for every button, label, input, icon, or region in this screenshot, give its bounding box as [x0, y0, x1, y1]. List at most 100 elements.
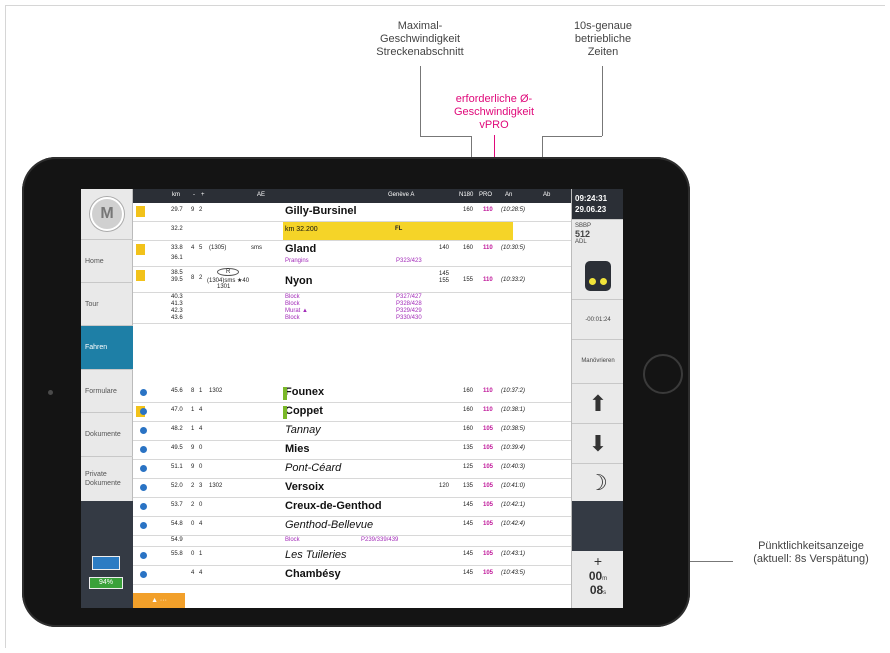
table-row[interactable]: 4 4 Chambésy 145 105 (10:43:5) — [133, 566, 571, 585]
cell-n: 125 — [463, 464, 474, 470]
device-status: 94% — [81, 551, 133, 608]
callout-line — [420, 136, 471, 137]
table-row[interactable]: 51.1 9 0 Pont-Céard 125 105 (10:40:3) — [133, 460, 571, 479]
cell-n: 160 — [463, 407, 474, 413]
document-icon[interactable] — [136, 244, 145, 255]
table-row[interactable]: 40.3 41.3 42.3 43.6 Block Block Murat ▲ … — [133, 293, 571, 324]
cell-a: 2 — [191, 483, 195, 489]
nav-item-tour[interactable]: Tour — [81, 282, 133, 325]
table-row[interactable]: 45.6 8 1 1302 Founex 160 110 (10:37:2) — [133, 384, 571, 403]
callout-punctuality: Pünktlichkeitsanzeige (aktuell: 8s Verspä… — [753, 540, 869, 565]
fl-marker: FL — [395, 226, 403, 232]
table-row[interactable]: 49.5 9 0 Mies 135 105 (10:39:4) — [133, 441, 571, 460]
arrow-down-icon[interactable]: ⬇ — [572, 423, 623, 463]
cell-name: Tannay — [285, 424, 321, 436]
cell-km: 49.5 — [171, 445, 183, 451]
cell-b: 4 — [199, 426, 203, 432]
signal-icon — [585, 261, 611, 291]
cell-km: 47.0 — [171, 407, 183, 413]
cell-time: (10:42:4) — [501, 521, 526, 527]
table-row[interactable]: 48.2 1 4 Tannay 160 105 (10:38:5) — [133, 422, 571, 441]
cell-vmax: 120 — [439, 483, 450, 489]
cell-time: (10:43:1) — [501, 551, 526, 557]
route-circle: R — [217, 268, 240, 276]
cell-name: Coppet — [285, 405, 323, 417]
location-dot-icon — [140, 552, 147, 559]
expand-tab[interactable]: ▲ ··· — [133, 593, 185, 608]
cell-time: (10:38:1) — [501, 407, 526, 413]
cell-name: Mies — [285, 443, 310, 455]
cell-name: Genthod-Bellevue — [285, 519, 374, 531]
cell-ae: 1302 — [209, 388, 223, 394]
cell-name: Founex — [285, 386, 325, 398]
cell-name: Versoix — [285, 481, 325, 493]
table-row[interactable]: 54.8 0 4 Genthod-Bellevue 145 105 (10:42:4) — [133, 517, 571, 536]
table-row[interactable]: 33.8 36.1 4 5 (1305) sms Gland Prangins … — [133, 241, 571, 267]
cell-b: 3 — [199, 483, 203, 489]
cell-km: 53.7 — [171, 502, 183, 508]
cell-a: 1 — [191, 407, 195, 413]
table-row[interactable]: 53.7 2 0 Creux-de-Genthod 145 105 (10:42:1) — [133, 498, 571, 517]
home-button[interactable] — [643, 354, 683, 394]
cell-time: (10:38:5) — [501, 426, 526, 432]
cell-time: (10:42:1) — [501, 502, 526, 508]
nav-spacer — [81, 501, 133, 551]
location-dot-icon — [140, 503, 147, 510]
document-icon[interactable] — [136, 206, 145, 217]
right-panel: 09:24:31 29.06.23 SBBP 512 ADL -00:01:24… — [571, 189, 623, 608]
night-mode-icon[interactable]: ☽ — [572, 463, 623, 501]
cell-n: 145 — [463, 521, 474, 527]
nav-item-home[interactable]: Home — [81, 239, 133, 282]
cell-pro: 105 — [483, 464, 494, 470]
table-row[interactable]: 55.8 0 1 Les Tuileries 145 105 (10:43:1) — [133, 547, 571, 566]
cell-a: 9 — [191, 464, 195, 470]
table-row[interactable]: 47.0 1 4 Coppet 160 110 (10:38:1) — [133, 403, 571, 422]
cell-b: 0 — [199, 464, 203, 470]
nav-item-formulare[interactable]: Formulare — [81, 369, 133, 412]
table-row[interactable]: 29.7 9 2 Gilly-Bursinel 160 110 (10:28:5… — [133, 203, 571, 222]
cell-pro: 105 — [483, 502, 494, 508]
cell-n: 135 — [463, 483, 474, 489]
clock: 09:24:31 29.06.23 — [572, 189, 623, 219]
location-dot-icon — [140, 522, 147, 529]
location-dot-icon — [140, 484, 147, 491]
panel-spacer — [572, 501, 623, 551]
cell-pro: 110 — [483, 407, 493, 413]
nav-item-dokumente[interactable]: Dokumente — [81, 412, 133, 456]
cell-n: 160 — [463, 426, 474, 432]
cell-km: 54.8 — [171, 521, 183, 527]
cell-b: 0 — [199, 502, 203, 508]
position-marker — [283, 406, 287, 419]
document-icon[interactable] — [136, 270, 145, 281]
cell-n: 145 — [463, 551, 474, 557]
cell-n: 145 — [463, 570, 474, 576]
battery-indicator: 94% — [89, 577, 123, 589]
table-row[interactable]: 38.5 39.5 8 2 R (1304)sms ★40 1301 Nyon … — [133, 267, 571, 293]
arrow-up-icon[interactable]: ⬆ — [572, 383, 623, 423]
location-dot-icon — [140, 408, 147, 415]
cell-km: 52.0 — [171, 483, 183, 489]
cell-a: 0 — [191, 521, 195, 527]
camera-dot — [48, 390, 53, 395]
nav-item-fahren[interactable]: Fahren — [81, 325, 133, 369]
cell-b: 1 — [199, 388, 203, 394]
table-row[interactable]: 32.2 km 32.200 FL — [133, 222, 571, 241]
punctuality-display[interactable]: + 00m 08s — [572, 551, 623, 608]
cell-a: 1 — [191, 426, 195, 432]
maneuver-button[interactable]: Manövrieren — [572, 339, 623, 383]
cell-name: Les Tuileries — [285, 549, 347, 561]
train-info: SBBP 512 ADL — [572, 219, 623, 259]
location-dot-icon — [140, 389, 147, 396]
table-row[interactable]: 52.0 2 3 1302 Versoix 120 135 105 (10:41:0) — [133, 479, 571, 498]
delay-readout: -00:01:24 — [572, 299, 623, 339]
table-row[interactable]: 54.9 Block P239/339/439 — [133, 536, 571, 547]
location-dot-icon — [140, 571, 147, 578]
callout-line — [542, 136, 602, 137]
nav-item-private-dokumente[interactable]: Private Dokumente — [81, 456, 133, 501]
cell-n: 160 — [463, 388, 474, 394]
location-dot-icon — [140, 446, 147, 453]
app-logo[interactable]: M — [90, 197, 124, 231]
position-marker — [283, 387, 287, 400]
cell-time: (10:40:3) — [501, 464, 526, 470]
cell-km: 45.6 — [171, 388, 183, 394]
